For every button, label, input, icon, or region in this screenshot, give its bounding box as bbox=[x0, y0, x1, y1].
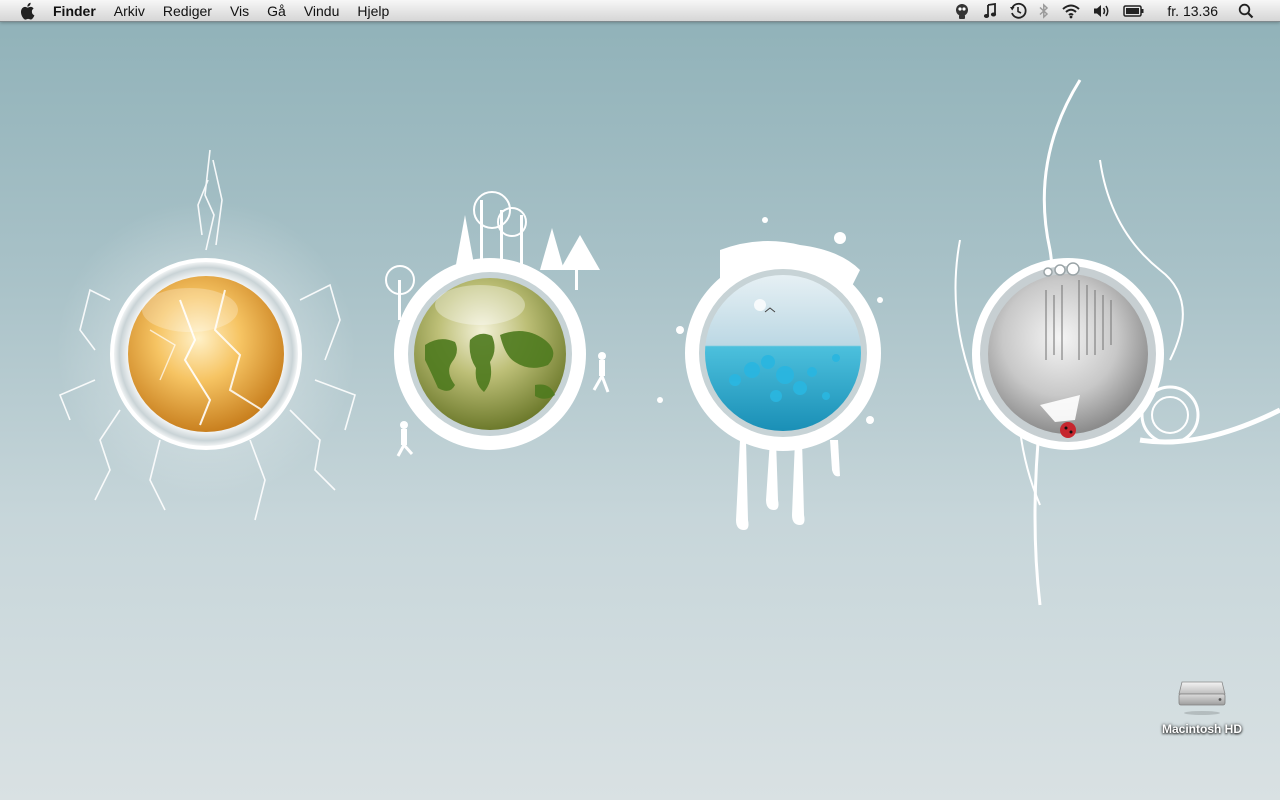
menu-finder[interactable]: Finder bbox=[53, 0, 105, 22]
menu-vis[interactable]: Vis bbox=[221, 0, 258, 22]
menu-hjelp[interactable]: Hjelp bbox=[348, 0, 398, 22]
menu-ga[interactable]: Gå bbox=[258, 0, 295, 22]
paper-orb bbox=[954, 79, 1280, 606]
hard-drive-icon bbox=[1178, 681, 1226, 715]
macintosh-hd-label: Macintosh HD bbox=[1161, 722, 1242, 736]
music-note-icon[interactable] bbox=[983, 0, 997, 22]
water-orb bbox=[657, 217, 883, 530]
wifi-icon[interactable] bbox=[1061, 0, 1081, 22]
desktop[interactable]: Finder Arkiv Rediger Vis Gå Vindu Hjelp bbox=[0, 0, 1280, 800]
battery-icon[interactable] bbox=[1123, 0, 1145, 22]
earth-orb bbox=[385, 191, 610, 457]
menu-vindu[interactable]: Vindu bbox=[295, 0, 349, 22]
menu-left: Finder Arkiv Rediger Vis Gå Vindu Hjelp bbox=[0, 0, 398, 22]
macintosh-hd-icon[interactable]: Macintosh HD bbox=[1150, 676, 1254, 748]
lightning-orb bbox=[56, 149, 356, 521]
bluetooth-icon[interactable] bbox=[1039, 0, 1049, 22]
menu-bar: Finder Arkiv Rediger Vis Gå Vindu Hjelp bbox=[0, 0, 1280, 22]
wallpaper bbox=[56, 79, 1280, 606]
spotlight-search-icon[interactable] bbox=[1238, 0, 1254, 22]
menu-clock[interactable]: fr. 13.36 bbox=[1167, 3, 1218, 19]
time-machine-icon[interactable] bbox=[1009, 0, 1027, 22]
apple-icon[interactable] bbox=[18, 2, 36, 20]
user-robot-icon[interactable] bbox=[953, 0, 971, 22]
volume-icon[interactable] bbox=[1093, 0, 1111, 22]
menu-rediger[interactable]: Rediger bbox=[154, 0, 221, 22]
menu-extras: fr. 13.36 bbox=[947, 0, 1280, 22]
menu-arkiv[interactable]: Arkiv bbox=[105, 0, 154, 22]
